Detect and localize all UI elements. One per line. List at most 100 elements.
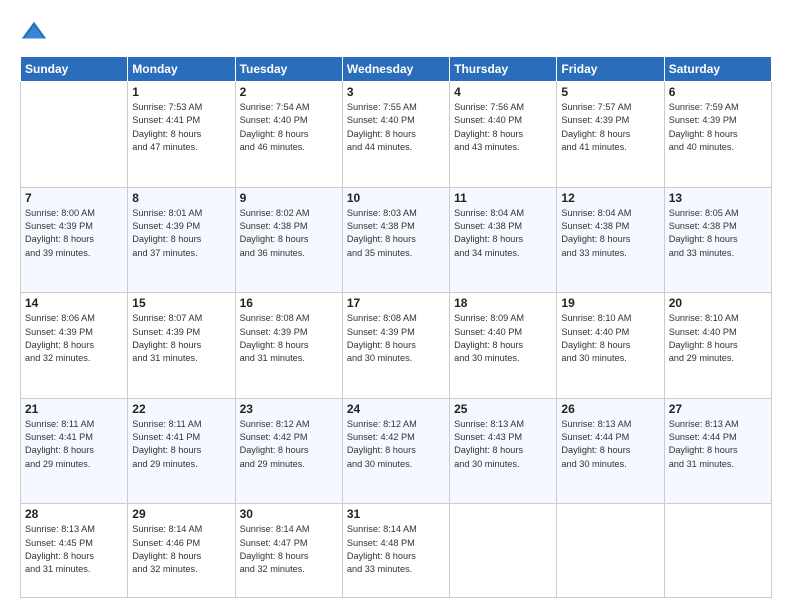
day-number: 1 bbox=[132, 85, 230, 99]
day-number: 31 bbox=[347, 507, 445, 521]
calendar-cell: 4Sunrise: 7:56 AM Sunset: 4:40 PM Daylig… bbox=[450, 82, 557, 188]
day-number: 6 bbox=[669, 85, 767, 99]
day-number: 9 bbox=[240, 191, 338, 205]
calendar-cell: 21 Sunrise: 8:11 AM Sunset: 4:41 PM Dayli… bbox=[21, 398, 128, 504]
calendar-cell: 11 Sunrise: 8:04 AM Sunset: 4:38 PM Dayli… bbox=[450, 187, 557, 293]
day-info: Sunrise: 8:14 AM Sunset: 4:46 PM Dayligh… bbox=[132, 523, 230, 576]
calendar-cell: 10 Sunrise: 8:03 AM Sunset: 4:38 PM Dayli… bbox=[342, 187, 449, 293]
weekday-header-row: SundayMondayTuesdayWednesdayThursdayFrid… bbox=[21, 57, 772, 82]
day-number: 18 bbox=[454, 296, 552, 310]
day-number: 2 bbox=[240, 85, 338, 99]
day-info: Sunrise: 8:12 AM Sunset: 4:42 PM Dayligh… bbox=[240, 418, 338, 471]
day-number: 7 bbox=[25, 191, 123, 205]
day-info: Sunrise: 7:53 AM Sunset: 4:41 PM Dayligh… bbox=[132, 101, 230, 154]
day-number: 27 bbox=[669, 402, 767, 416]
day-info: Sunrise: 8:11 AM Sunset: 4:41 PM Dayligh… bbox=[25, 418, 123, 471]
day-number: 11 bbox=[454, 191, 552, 205]
day-info: Sunrise: 8:04 AM Sunset: 4:38 PM Dayligh… bbox=[454, 207, 552, 260]
day-number: 29 bbox=[132, 507, 230, 521]
calendar-cell: 22 Sunrise: 8:11 AM Sunset: 4:41 PM Dayli… bbox=[128, 398, 235, 504]
day-info: Sunrise: 8:01 AM Sunset: 4:39 PM Dayligh… bbox=[132, 207, 230, 260]
day-number: 28 bbox=[25, 507, 123, 521]
day-info: Sunrise: 8:13 AM Sunset: 4:44 PM Dayligh… bbox=[561, 418, 659, 471]
day-info: Sunrise: 8:14 AM Sunset: 4:48 PM Dayligh… bbox=[347, 523, 445, 576]
calendar-cell: 30Sunrise: 8:14 AM Sunset: 4:47 PM Dayli… bbox=[235, 504, 342, 598]
calendar-cell: 25 Sunrise: 8:13 AM Sunset: 4:43 PM Dayli… bbox=[450, 398, 557, 504]
day-number: 8 bbox=[132, 191, 230, 205]
calendar-cell: 20 Sunrise: 8:10 AM Sunset: 4:40 PM Dayli… bbox=[664, 293, 771, 399]
day-number: 23 bbox=[240, 402, 338, 416]
day-number: 20 bbox=[669, 296, 767, 310]
day-info: Sunrise: 8:10 AM Sunset: 4:40 PM Dayligh… bbox=[669, 312, 767, 365]
calendar-cell: 16 Sunrise: 8:08 AM Sunset: 4:39 PM Dayli… bbox=[235, 293, 342, 399]
day-info: Sunrise: 8:12 AM Sunset: 4:42 PM Dayligh… bbox=[347, 418, 445, 471]
calendar-cell: 14Sunrise: 8:06 AM Sunset: 4:39 PM Dayli… bbox=[21, 293, 128, 399]
day-info: Sunrise: 8:13 AM Sunset: 4:44 PM Dayligh… bbox=[669, 418, 767, 471]
calendar-cell: 29 Sunrise: 8:14 AM Sunset: 4:46 PM Dayli… bbox=[128, 504, 235, 598]
calendar-cell: 24Sunrise: 8:12 AM Sunset: 4:42 PM Dayli… bbox=[342, 398, 449, 504]
calendar-cell: 7 Sunrise: 8:00 AM Sunset: 4:39 PM Daylig… bbox=[21, 187, 128, 293]
day-info: Sunrise: 8:05 AM Sunset: 4:38 PM Dayligh… bbox=[669, 207, 767, 260]
day-info: Sunrise: 8:08 AM Sunset: 4:39 PM Dayligh… bbox=[347, 312, 445, 365]
day-number: 22 bbox=[132, 402, 230, 416]
weekday-header-monday: Monday bbox=[128, 57, 235, 82]
day-info: Sunrise: 7:57 AM Sunset: 4:39 PM Dayligh… bbox=[561, 101, 659, 154]
calendar-cell: 17 Sunrise: 8:08 AM Sunset: 4:39 PM Dayli… bbox=[342, 293, 449, 399]
day-number: 17 bbox=[347, 296, 445, 310]
weekday-header-friday: Friday bbox=[557, 57, 664, 82]
day-number: 4 bbox=[454, 85, 552, 99]
day-info: Sunrise: 8:08 AM Sunset: 4:39 PM Dayligh… bbox=[240, 312, 338, 365]
day-number: 15 bbox=[132, 296, 230, 310]
day-info: Sunrise: 8:13 AM Sunset: 4:45 PM Dayligh… bbox=[25, 523, 123, 576]
page: SundayMondayTuesdayWednesdayThursdayFrid… bbox=[0, 0, 792, 612]
day-number: 26 bbox=[561, 402, 659, 416]
calendar-cell: 31 Sunrise: 8:14 AM Sunset: 4:48 PM Dayli… bbox=[342, 504, 449, 598]
day-info: Sunrise: 8:09 AM Sunset: 4:40 PM Dayligh… bbox=[454, 312, 552, 365]
day-info: Sunrise: 8:07 AM Sunset: 4:39 PM Dayligh… bbox=[132, 312, 230, 365]
calendar-cell: 3 Sunrise: 7:55 AM Sunset: 4:40 PM Daylig… bbox=[342, 82, 449, 188]
calendar-cell: 23 Sunrise: 8:12 AM Sunset: 4:42 PM Dayli… bbox=[235, 398, 342, 504]
logo bbox=[20, 18, 52, 46]
weekday-header-sunday: Sunday bbox=[21, 57, 128, 82]
weekday-header-thursday: Thursday bbox=[450, 57, 557, 82]
day-number: 25 bbox=[454, 402, 552, 416]
day-number: 16 bbox=[240, 296, 338, 310]
calendar-cell bbox=[557, 504, 664, 598]
day-number: 19 bbox=[561, 296, 659, 310]
day-info: Sunrise: 7:59 AM Sunset: 4:39 PM Dayligh… bbox=[669, 101, 767, 154]
calendar-cell: 1 Sunrise: 7:53 AM Sunset: 4:41 PM Daylig… bbox=[128, 82, 235, 188]
day-info: Sunrise: 7:54 AM Sunset: 4:40 PM Dayligh… bbox=[240, 101, 338, 154]
day-info: Sunrise: 8:13 AM Sunset: 4:43 PM Dayligh… bbox=[454, 418, 552, 471]
weekday-header-tuesday: Tuesday bbox=[235, 57, 342, 82]
calendar-cell bbox=[664, 504, 771, 598]
weekday-header-wednesday: Wednesday bbox=[342, 57, 449, 82]
calendar-cell bbox=[21, 82, 128, 188]
day-number: 21 bbox=[25, 402, 123, 416]
calendar-cell: 12 Sunrise: 8:04 AM Sunset: 4:38 PM Dayli… bbox=[557, 187, 664, 293]
day-number: 12 bbox=[561, 191, 659, 205]
calendar-cell: 15 Sunrise: 8:07 AM Sunset: 4:39 PM Dayli… bbox=[128, 293, 235, 399]
calendar-cell: 2 Sunrise: 7:54 AM Sunset: 4:40 PM Daylig… bbox=[235, 82, 342, 188]
day-number: 13 bbox=[669, 191, 767, 205]
day-info: Sunrise: 8:00 AM Sunset: 4:39 PM Dayligh… bbox=[25, 207, 123, 260]
day-info: Sunrise: 8:03 AM Sunset: 4:38 PM Dayligh… bbox=[347, 207, 445, 260]
calendar-cell: 19Sunrise: 8:10 AM Sunset: 4:40 PM Dayli… bbox=[557, 293, 664, 399]
calendar-cell: 27 Sunrise: 8:13 AM Sunset: 4:44 PM Dayli… bbox=[664, 398, 771, 504]
day-info: Sunrise: 8:02 AM Sunset: 4:38 PM Dayligh… bbox=[240, 207, 338, 260]
day-info: Sunrise: 7:55 AM Sunset: 4:40 PM Dayligh… bbox=[347, 101, 445, 154]
day-info: Sunrise: 8:04 AM Sunset: 4:38 PM Dayligh… bbox=[561, 207, 659, 260]
calendar-cell bbox=[450, 504, 557, 598]
header bbox=[20, 18, 772, 46]
day-number: 10 bbox=[347, 191, 445, 205]
day-info: Sunrise: 8:14 AM Sunset: 4:47 PM Dayligh… bbox=[240, 523, 338, 576]
calendar-cell: 6 Sunrise: 7:59 AM Sunset: 4:39 PM Daylig… bbox=[664, 82, 771, 188]
day-number: 14 bbox=[25, 296, 123, 310]
calendar-cell: 13 Sunrise: 8:05 AM Sunset: 4:38 PM Dayli… bbox=[664, 187, 771, 293]
logo-icon bbox=[20, 18, 48, 46]
weekday-header-saturday: Saturday bbox=[664, 57, 771, 82]
calendar-cell: 8 Sunrise: 8:01 AM Sunset: 4:39 PM Daylig… bbox=[128, 187, 235, 293]
calendar-cell: 26 Sunrise: 8:13 AM Sunset: 4:44 PM Dayli… bbox=[557, 398, 664, 504]
day-number: 3 bbox=[347, 85, 445, 99]
day-info: Sunrise: 8:11 AM Sunset: 4:41 PM Dayligh… bbox=[132, 418, 230, 471]
calendar-cell: 18 Sunrise: 8:09 AM Sunset: 4:40 PM Dayli… bbox=[450, 293, 557, 399]
